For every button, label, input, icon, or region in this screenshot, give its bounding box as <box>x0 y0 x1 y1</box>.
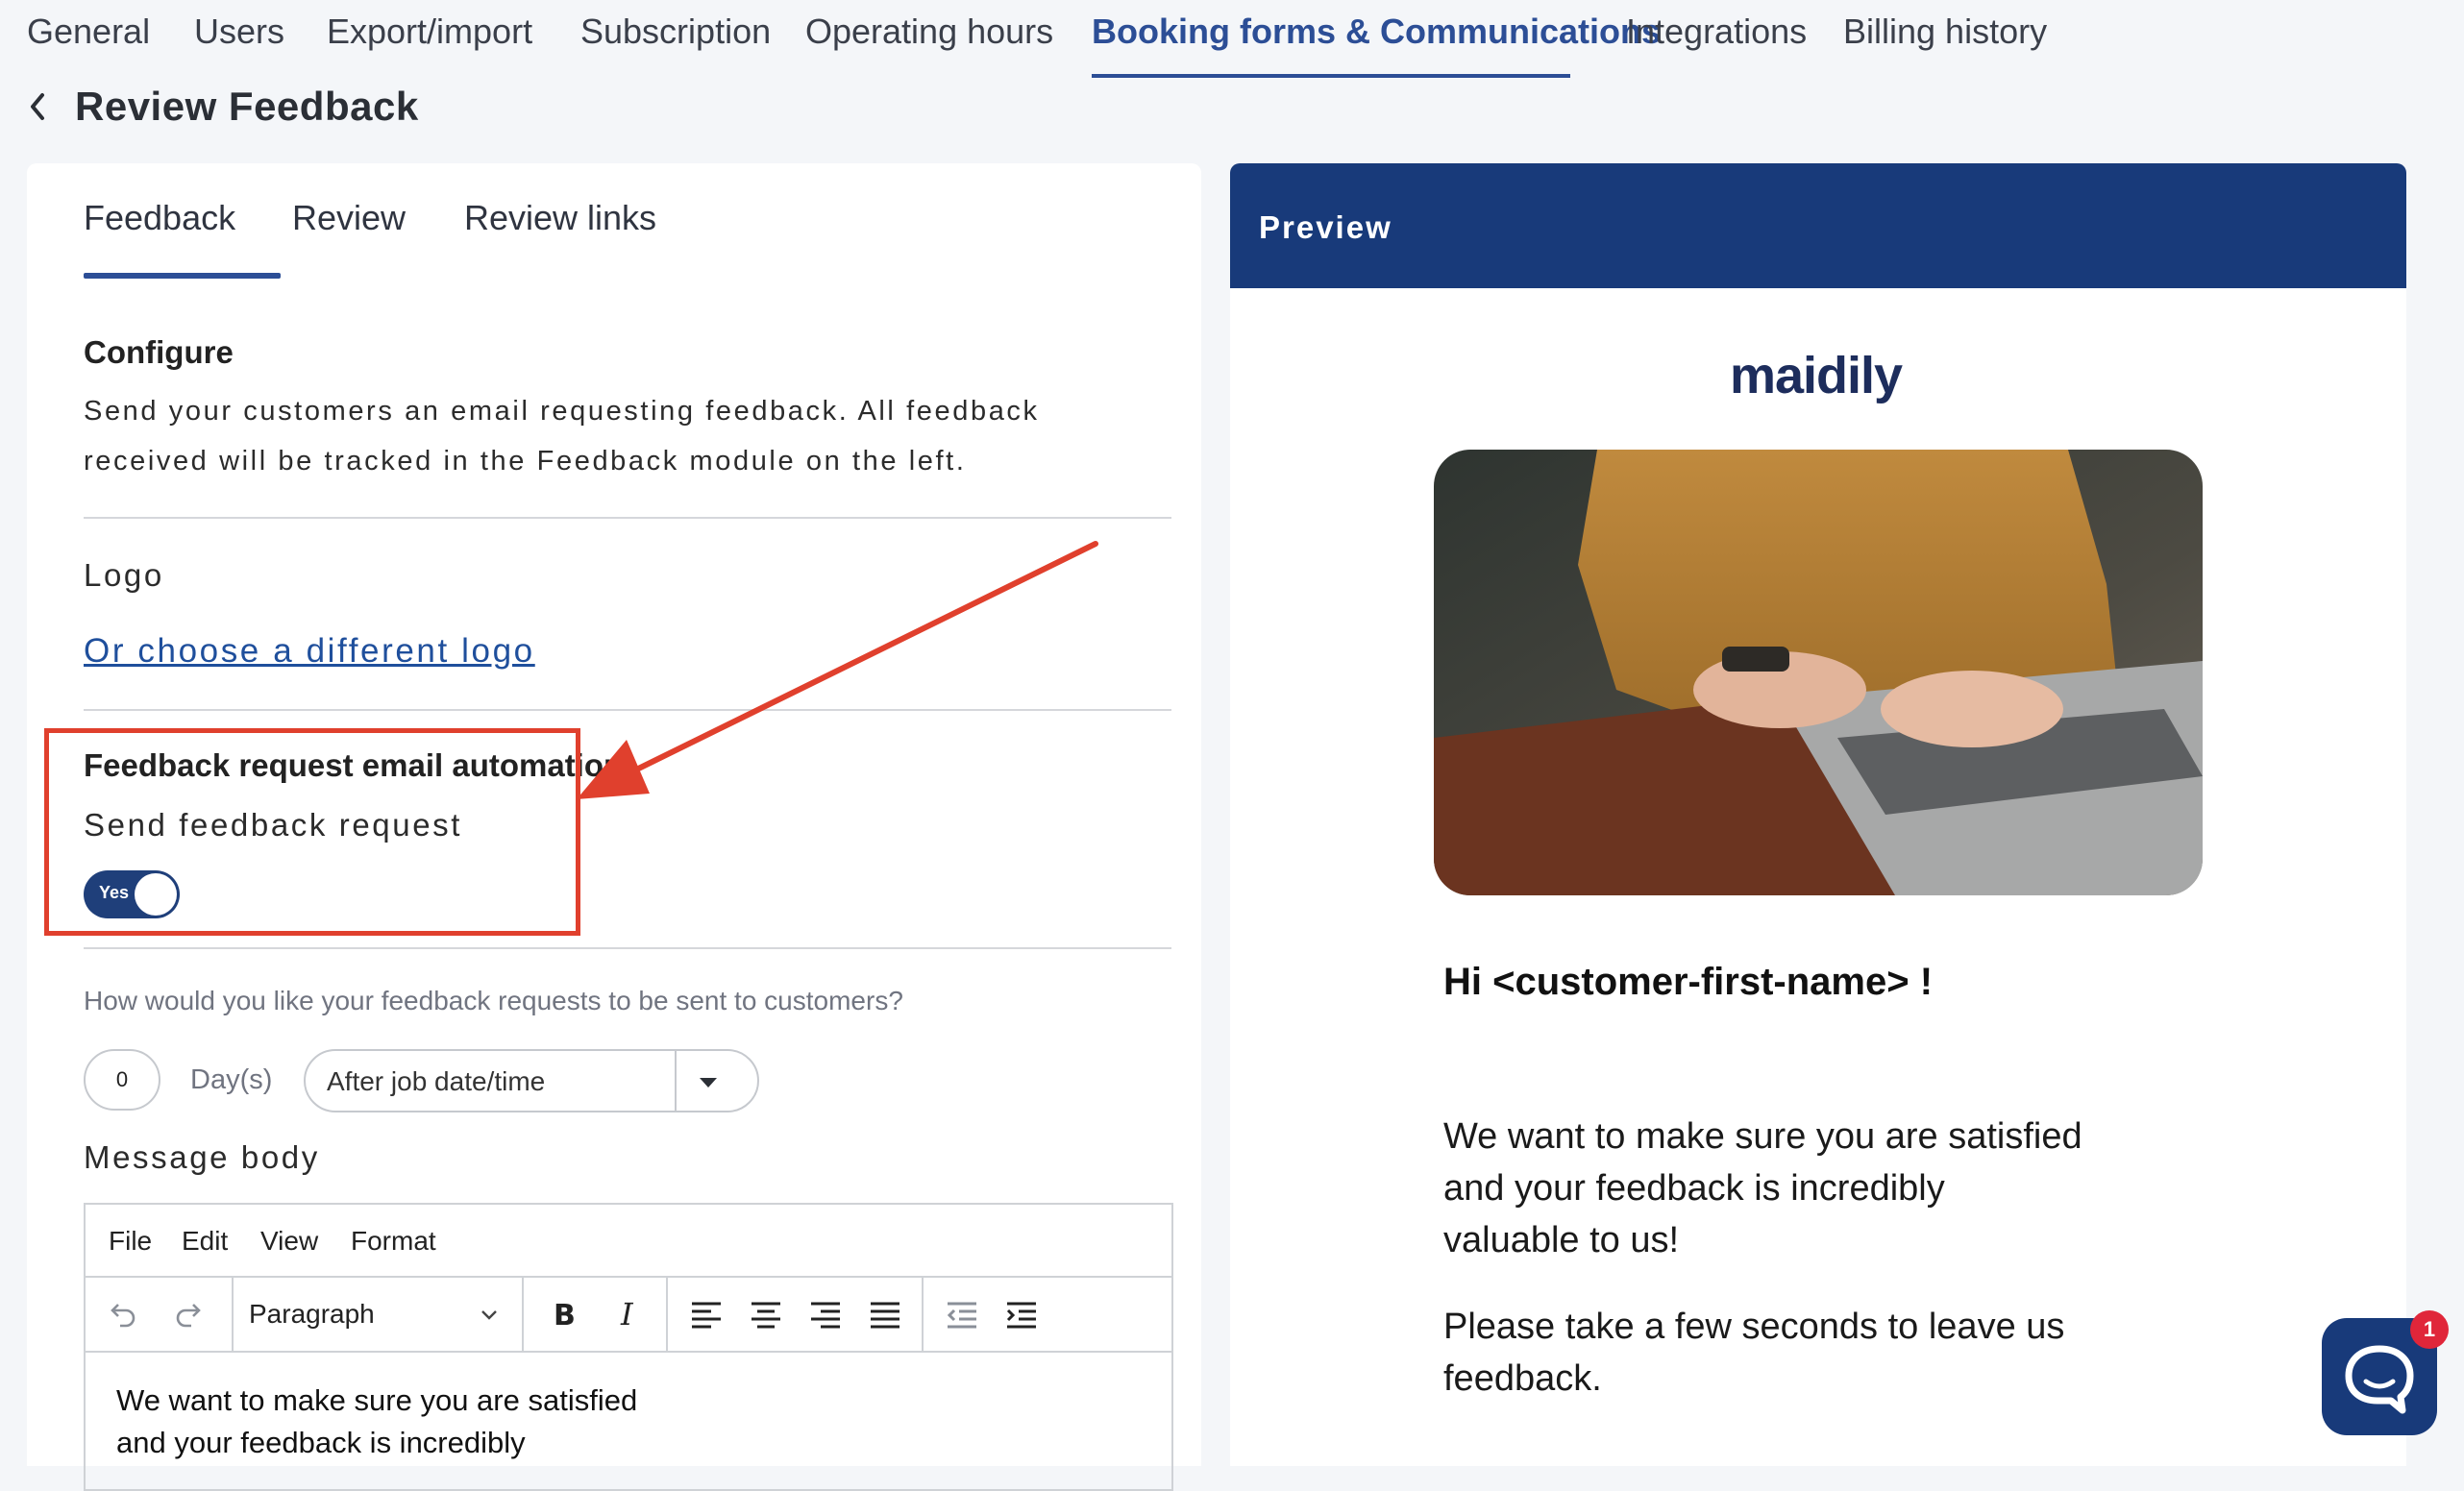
editor-line: We want to make sure you are satisfied <box>116 1383 638 1417</box>
nav-booking-forms[interactable]: Booking forms & Communications <box>1092 12 1661 52</box>
undo-icon[interactable] <box>103 1295 141 1333</box>
page-header: Review Feedback <box>23 83 419 131</box>
caret-down-icon[interactable] <box>696 1070 721 1100</box>
paragraph-select[interactable]: Paragraph <box>249 1299 375 1330</box>
timing-selected-value: After job date/time <box>327 1066 546 1096</box>
svg-text:B: B <box>554 1299 576 1331</box>
rich-text-editor: File Edit View Format Paragraph B I We w… <box>84 1203 1173 1491</box>
editor-line: and your feedback is incredibly <box>116 1426 526 1459</box>
preview-line: valuable to us! <box>1443 1220 1680 1260</box>
select-divider <box>675 1051 677 1111</box>
tab-feedback[interactable]: Feedback <box>84 198 235 238</box>
menu-view[interactable]: View <box>260 1226 318 1257</box>
settings-nav: General Users Export/import Subscription… <box>0 0 2464 78</box>
days-input[interactable]: 0 <box>84 1049 160 1111</box>
preview-header: Preview <box>1230 163 2406 288</box>
toolbar-separator <box>522 1278 524 1351</box>
tab-review-links[interactable]: Review links <box>464 198 656 238</box>
feedback-settings-card: Feedback Review Review links Configure S… <box>27 163 1201 1491</box>
toolbar-separator <box>666 1278 668 1351</box>
outdent-icon[interactable] <box>943 1295 981 1333</box>
nav-billing-history[interactable]: Billing history <box>1843 12 2047 52</box>
justify-icon[interactable] <box>866 1295 904 1333</box>
redo-icon[interactable] <box>170 1295 209 1333</box>
toolbar-separator <box>232 1278 234 1351</box>
days-label: Day(s) <box>190 1064 273 1095</box>
nav-operating-hours[interactable]: Operating hours <box>805 12 1053 52</box>
chevron-down-icon[interactable] <box>470 1295 508 1333</box>
nav-users[interactable]: Users <box>194 12 284 52</box>
annotation-highlight-box <box>44 728 580 936</box>
editor-toolbar: Paragraph B I <box>86 1278 1171 1353</box>
nav-subscription[interactable]: Subscription <box>580 12 771 52</box>
configure-heading: Configure <box>84 334 234 370</box>
choose-logo-link[interactable]: Or choose a different logo <box>84 632 535 671</box>
preview-line: We want to make sure you are satisfied <box>1443 1116 2082 1157</box>
nav-export-import[interactable]: Export/import <box>327 12 532 52</box>
toolbar-separator <box>922 1278 924 1351</box>
active-tab-indicator <box>1092 74 1570 78</box>
nav-integrations[interactable]: Integrations <box>1626 12 1807 52</box>
logo-label: Logo <box>84 557 164 593</box>
menu-edit[interactable]: Edit <box>182 1226 228 1257</box>
preview-paragraph-1: We want to make sure you are satisfied a… <box>1443 1111 2082 1266</box>
preview-line: Please take a few seconds to leave us <box>1443 1307 2065 1347</box>
menu-file[interactable]: File <box>109 1226 152 1257</box>
align-left-icon[interactable] <box>687 1295 726 1333</box>
italic-icon[interactable]: I <box>608 1295 647 1333</box>
editor-content[interactable]: We want to make sure you are satisfied a… <box>116 1380 637 1464</box>
align-center-icon[interactable] <box>747 1295 785 1333</box>
brand-logo: maidily <box>1730 347 1903 404</box>
nav-general[interactable]: General <box>27 12 150 52</box>
editor-menubar: File Edit View Format <box>86 1205 1171 1278</box>
preview-paragraph-2: Please take a few seconds to leave us fe… <box>1443 1301 2064 1405</box>
svg-text:I: I <box>620 1298 634 1331</box>
divider <box>84 709 1171 711</box>
preview-line: and your feedback is incredibly <box>1443 1168 1945 1209</box>
divider <box>84 517 1171 519</box>
subtab-indicator <box>84 273 281 279</box>
message-body-label: Message body <box>84 1139 320 1175</box>
preview-greeting: Hi <customer-first-name> ! <box>1443 961 1934 1003</box>
preview-line: feedback. <box>1443 1358 1602 1399</box>
indent-icon[interactable] <box>1002 1295 1041 1333</box>
divider <box>84 947 1171 949</box>
page-title: Review Feedback <box>75 84 419 129</box>
hero-image-laptop <box>1434 450 2203 895</box>
configure-description: Send your customers an email requesting … <box>84 396 1040 477</box>
tab-review[interactable]: Review <box>292 198 406 238</box>
email-preview: Preview maidily Hi <customer-first-name>… <box>1230 163 2406 1466</box>
timing-select[interactable]: After job date/time <box>304 1049 759 1112</box>
menu-format[interactable]: Format <box>351 1226 436 1257</box>
back-chevron-icon[interactable] <box>23 87 52 126</box>
chat-notification-badge: 1 <box>2410 1310 2449 1349</box>
schedule-question: How would you like your feedback request… <box>84 986 903 1015</box>
bold-icon[interactable]: B <box>545 1295 583 1333</box>
align-right-icon[interactable] <box>806 1295 845 1333</box>
preview-title: Preview <box>1259 209 1392 245</box>
